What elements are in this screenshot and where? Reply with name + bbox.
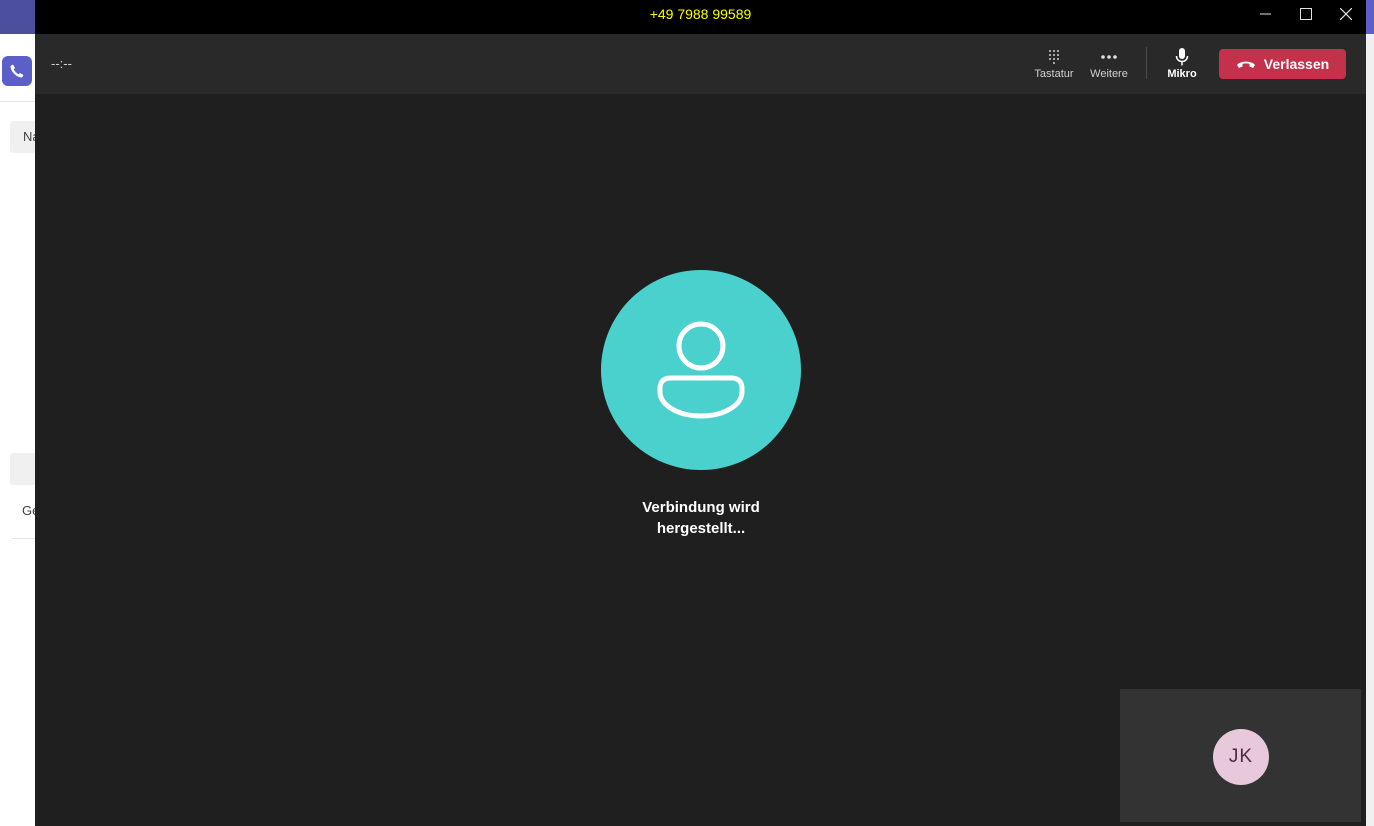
person-icon [657, 321, 745, 419]
background-input-field-2[interactable] [10, 453, 36, 485]
background-right-edge [1366, 34, 1374, 826]
background-list-label: Ge [22, 503, 36, 518]
connection-status: Verbindung wird hergestellt... [642, 499, 760, 537]
background-input-field[interactable]: Na [10, 121, 36, 153]
maximize-icon [1300, 8, 1312, 20]
call-window: +49 7988 99589 --:-- Tastatur Weitere Mi… [35, 0, 1366, 826]
minimize-button[interactable] [1246, 0, 1286, 28]
leave-call-button[interactable]: Verlassen [1219, 49, 1346, 79]
more-button[interactable]: Weitere [1083, 46, 1135, 80]
toolbar-divider [1146, 47, 1147, 79]
caller-avatar [601, 270, 801, 470]
call-timer: --:-- [51, 56, 72, 71]
microphone-button[interactable]: Mikro [1156, 46, 1208, 80]
title-bar: +49 7988 99589 [35, 0, 1366, 34]
close-button[interactable] [1326, 0, 1366, 28]
window-title: +49 7988 99589 [649, 6, 752, 22]
background-divider [12, 538, 36, 539]
hang-up-icon [1236, 61, 1255, 68]
keypad-button[interactable]: Tastatur [1028, 46, 1080, 80]
calls-app-icon[interactable] [2, 56, 32, 86]
minimize-icon [1260, 13, 1271, 15]
more-label: Weitere [1090, 68, 1128, 80]
self-avatar: JK [1213, 729, 1269, 785]
microphone-label: Mikro [1167, 68, 1197, 80]
keypad-icon [1049, 50, 1059, 64]
maximize-button[interactable] [1286, 0, 1326, 28]
call-toolbar: --:-- Tastatur Weitere Mikro Verlassen [35, 34, 1366, 94]
more-icon [1101, 55, 1117, 59]
keypad-label: Tastatur [1034, 68, 1074, 80]
leave-call-label: Verlassen [1263, 56, 1330, 72]
close-icon [1340, 8, 1352, 20]
self-view-tile: JK [1120, 689, 1361, 822]
microphone-icon [1175, 48, 1189, 66]
